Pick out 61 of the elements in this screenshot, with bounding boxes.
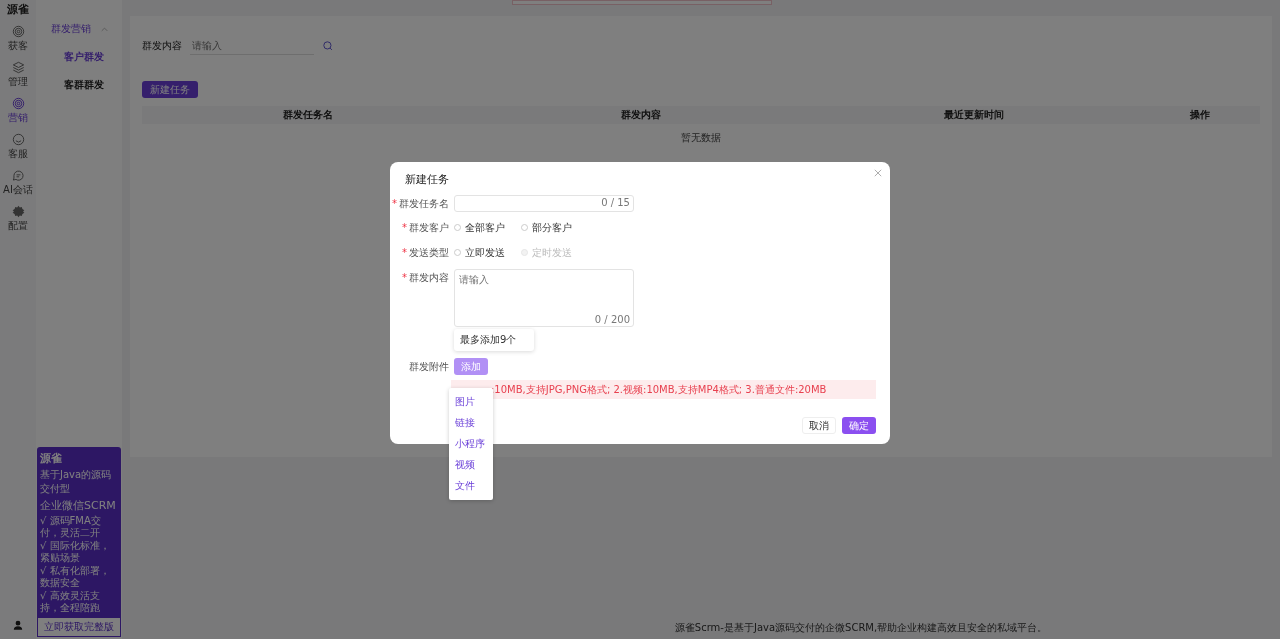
alert-text: :10MB,支持JPG,PNG格式; 2.视频:10MB,支持MP4格式; 3.普通文件:20MB	[491, 384, 827, 395]
menu-item[interactable]: 小程序	[449, 437, 493, 451]
promo-bullet: √ 私有化部署，数据安全	[40, 565, 111, 588]
footer-text: 源雀Scrm-是基于Java源码交付的企微SCRM,帮助企业构建高效且安全的私域平台。	[674, 622, 1048, 633]
dialog-title: 新建任务	[405, 172, 450, 187]
chat-icon	[11, 169, 25, 182]
search-icon[interactable]	[322, 39, 334, 52]
column-header: 最近更新时间	[942, 108, 1005, 122]
add-button[interactable]: 添加	[454, 358, 488, 375]
app-logo: 源雀	[7, 2, 29, 17]
gear-icon	[11, 205, 25, 218]
new-task-button[interactable]: 新建任务	[142, 81, 198, 98]
promo-brand: 源雀	[40, 451, 63, 466]
char-counter: 0 / 15	[601, 197, 630, 208]
required-mark: *	[402, 222, 407, 233]
user-icon[interactable]	[12, 619, 24, 631]
char-counter: 0 / 200	[594, 314, 630, 325]
confirm-button[interactable]: 确定	[842, 417, 876, 434]
promo-bullet: √ 高效灵活支持，全程陪跑	[40, 590, 101, 613]
menu-item[interactable]: 链接	[449, 416, 493, 431]
required-mark: *	[392, 198, 397, 209]
empty-text: 暂无数据	[681, 132, 721, 143]
promo-title: 企业微信SCRM	[40, 498, 117, 513]
tooltip: 最多添加9个	[454, 329, 534, 351]
required-mark: *	[402, 272, 407, 283]
target-icon	[11, 97, 25, 110]
chevron-icon	[100, 26, 108, 32]
nav-item[interactable]: AI会话	[0, 167, 36, 199]
required-mark: *	[402, 247, 407, 258]
target-icon	[11, 25, 25, 38]
radio-option[interactable]: 全部客户	[454, 219, 505, 236]
submenu-item[interactable]: 客户群发	[64, 50, 104, 64]
nav-item[interactable]: 客服	[0, 131, 36, 163]
field-label: 群发附件	[409, 361, 449, 372]
radio-option[interactable]: 部分客户	[521, 219, 572, 236]
close-icon[interactable]	[874, 169, 882, 177]
column-header: 操作	[1189, 108, 1211, 122]
promo-text: 基于Java的源码交付型	[40, 468, 113, 496]
promo-bullet: √ 国际化标准，紧贴场景	[40, 540, 111, 563]
menu-item[interactable]: 视频	[449, 457, 493, 472]
menu-item[interactable]: 图片	[449, 395, 493, 410]
get-full-version-button[interactable]: 立即获取完整版	[37, 617, 121, 637]
task-name-field[interactable]	[454, 195, 634, 212]
column-header: 群发内容	[620, 108, 662, 122]
menu-group[interactable]: 群发营销	[50, 22, 108, 36]
nav-item[interactable]: 营销	[0, 95, 36, 127]
radio-option[interactable]: 立即发送	[454, 244, 505, 261]
search-label: 群发内容	[142, 38, 182, 53]
submenu-item[interactable]: 客群群发	[64, 78, 104, 92]
nav-item[interactable]: 获客	[0, 23, 36, 55]
field-label: 群发任务名	[399, 198, 449, 209]
field-label: 群发客户	[409, 222, 449, 233]
field-label: 发送类型	[409, 247, 449, 258]
cancel-button[interactable]: 取消	[802, 417, 836, 434]
smile-icon	[11, 133, 25, 146]
nav-item[interactable]: 配置	[0, 203, 36, 235]
column-header: 群发任务名	[282, 108, 335, 122]
field-label: 群发内容	[409, 272, 449, 283]
layers-icon	[11, 61, 25, 74]
menu-item[interactable]: 文件	[449, 478, 493, 493]
nav-item[interactable]: 管理	[0, 59, 36, 91]
